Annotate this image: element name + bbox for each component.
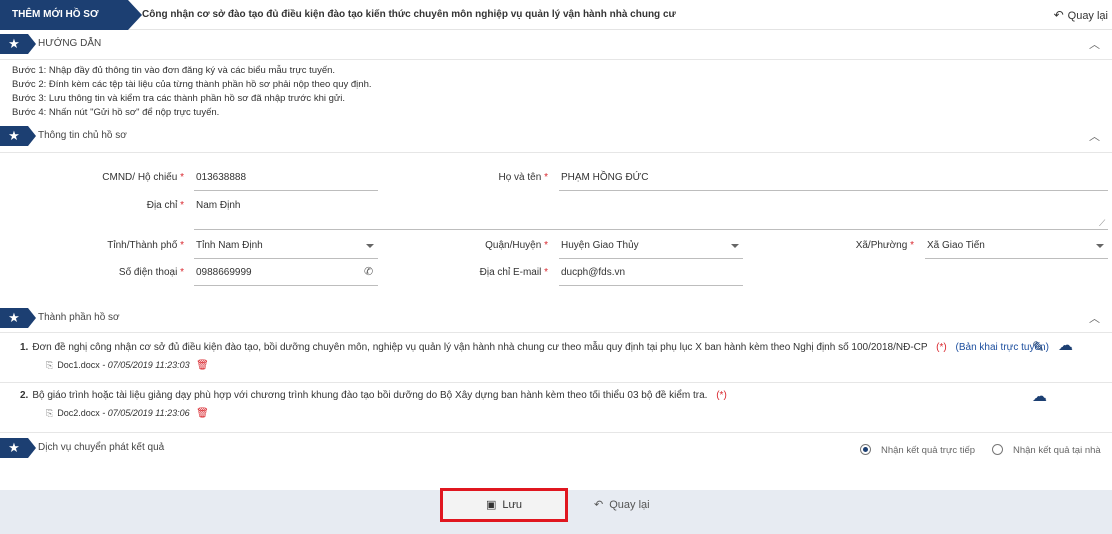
floppy-disk-icon: ▣ — [485, 499, 497, 511]
page-tag: THÊM MỚI HỒ SƠ — [0, 0, 142, 30]
guide-steps: Bước 1: Nhập đầy đủ thông tin vào đơn đă… — [12, 64, 372, 120]
guide-step: Bước 2: Đính kèm các tệp tài liệu của từ… — [12, 79, 372, 90]
reply-icon: ↶ — [1053, 8, 1064, 22]
owner-section-header[interactable]: ★ Thông tin chủ hồ sơ ︿ — [0, 126, 1112, 150]
star-icon: ★ — [0, 438, 36, 458]
list-item: 1. Đơn đề nghị công nhận cơ sở đủ điều ki… — [20, 342, 1049, 353]
chevron-down-icon[interactable] — [366, 244, 374, 248]
name-input[interactable]: PHẠM HỒNG ĐỨC — [561, 172, 648, 183]
guide-step: Bước 1: Nhập đầy đủ thông tin vào đơn đă… — [12, 65, 336, 76]
chevron-up-icon[interactable]: ︿ — [1089, 128, 1100, 144]
top-back-label: Quay lại — [1067, 10, 1108, 22]
save-label: Lưu — [502, 499, 522, 511]
email-label: Địa chỉ E-mail * — [479, 267, 548, 278]
back-label: Quay lại — [609, 499, 650, 511]
name-label: Họ và tên * — [498, 172, 549, 183]
chevron-down-icon[interactable] — [731, 244, 739, 248]
radio-home[interactable] — [992, 444, 1003, 455]
save-button[interactable]: ▣ Lưu — [440, 488, 568, 522]
address-textarea[interactable]: Nam Định — [196, 200, 240, 211]
file-name: Doc2.docx — [57, 408, 100, 418]
address-underline — [194, 229, 1108, 230]
file-date: - 07/05/2019 11:23:03 — [99, 360, 190, 370]
province-select[interactable]: Tỉnh Nam Định — [196, 240, 263, 251]
item-number: 2. — [20, 390, 29, 401]
divider — [0, 382, 1112, 383]
paperclip-icon: ⎘ — [46, 408, 54, 418]
divider — [0, 332, 1112, 333]
district-label: Quận/Huyện * — [485, 240, 548, 251]
address-label: Địa chỉ * — [146, 200, 184, 211]
list-item: 2. Bộ giáo trình hoặc tài liệu giảng dạy … — [20, 390, 727, 401]
attached-file[interactable]: ⎘ Doc1.docx - 07/05/2019 11:23:03 🗑 — [46, 360, 209, 371]
pencil-icon[interactable]: ✎ — [1032, 338, 1045, 356]
phone-input[interactable]: 0988669999 — [196, 267, 252, 278]
divider — [0, 59, 1112, 60]
item-text: Đơn đề nghị công nhận cơ sở đủ điều kiện… — [32, 342, 928, 353]
district-underline — [559, 258, 743, 259]
province-label: Tỉnh/Thành phố * — [107, 240, 184, 251]
required-mark: (*) — [716, 390, 727, 401]
ward-label: Xã/Phường * — [855, 240, 914, 251]
ward-select[interactable]: Xã Giao Tiến — [927, 240, 985, 251]
resize-handle-icon[interactable]: ⟋ — [1099, 218, 1105, 229]
star-icon: ★ — [0, 308, 36, 328]
guide-title: HƯỚNG DẪN — [38, 38, 102, 49]
top-back-button[interactable]: ↶ Quay lại — [1054, 8, 1108, 22]
radio-direct-label[interactable]: Nhận kết quả trực tiếp — [881, 445, 975, 456]
guide-step: Bước 4: Nhấn nút "Gửi hồ sơ" để nộp trực… — [12, 107, 220, 118]
item-text: Bộ giáo trình hoặc tài liệu giảng dạy ph… — [32, 390, 708, 401]
trash-icon[interactable]: 🗑 — [196, 408, 209, 419]
phone-icon: ✆ — [364, 266, 374, 278]
page-title: Công nhận cơ sở đào tạo đủ điều kiện đào… — [142, 9, 676, 20]
chevron-up-icon[interactable]: ︿ — [1089, 310, 1100, 326]
ward-underline — [925, 258, 1108, 259]
name-underline — [559, 190, 1108, 191]
divider — [0, 432, 1112, 433]
documents-title: Thành phần hồ sơ — [38, 312, 120, 323]
phone-underline — [194, 285, 378, 286]
trash-icon[interactable]: 🗑 — [196, 360, 209, 371]
district-select[interactable]: Huyện Giao Thủy — [561, 240, 639, 251]
cloud-upload-icon[interactable]: ☁ — [1058, 336, 1073, 354]
star-icon: ★ — [0, 126, 36, 146]
back-button[interactable]: ↶ Quay lại — [594, 498, 650, 511]
top-bar: THÊM MỚI HỒ SƠ Công nhận cơ sở đào tạo đ… — [0, 0, 1112, 30]
page: THÊM MỚI HỒ SƠ Công nhận cơ sở đào tạo đ… — [0, 0, 1112, 534]
phone-label: Số điện thoại * — [118, 267, 184, 278]
radio-direct[interactable] — [860, 444, 871, 455]
email-input[interactable]: ducph@fds.vn — [561, 267, 625, 278]
email-underline — [559, 285, 743, 286]
documents-section-header[interactable]: ★ Thành phần hồ sơ ︿ — [0, 308, 1112, 332]
id-label: CMND/ Hộ chiếu * — [102, 172, 184, 183]
id-underline — [194, 190, 378, 191]
file-name: Doc1.docx — [57, 360, 100, 370]
item-number: 1. — [20, 342, 29, 353]
file-date: - 07/05/2019 11:23:06 — [99, 408, 190, 418]
delivery-title: Dịch vụ chuyển phát kết quả — [38, 442, 165, 453]
chevron-down-icon[interactable] — [1096, 244, 1104, 248]
required-mark: (*) — [936, 342, 947, 353]
attached-file[interactable]: ⎘ Doc2.docx - 07/05/2019 11:23:06 🗑 — [46, 408, 209, 419]
guide-section-header[interactable]: ★ HƯỚNG DẪN ︿ — [0, 34, 1112, 58]
id-input[interactable]: 013638888 — [196, 172, 246, 183]
chevron-up-icon[interactable]: ︿ — [1089, 36, 1100, 52]
star-icon: ★ — [0, 34, 36, 54]
reply-icon: ↶ — [594, 499, 604, 511]
radio-home-label[interactable]: Nhận kết quả tại nhà — [1013, 445, 1101, 456]
province-underline — [194, 258, 378, 259]
divider — [0, 152, 1112, 153]
owner-title: Thông tin chủ hồ sơ — [38, 130, 127, 141]
paperclip-icon: ⎘ — [46, 360, 54, 370]
guide-step: Bước 3: Lưu thông tin và kiểm tra các th… — [12, 93, 345, 104]
cloud-upload-icon[interactable]: ☁ — [1032, 387, 1047, 405]
